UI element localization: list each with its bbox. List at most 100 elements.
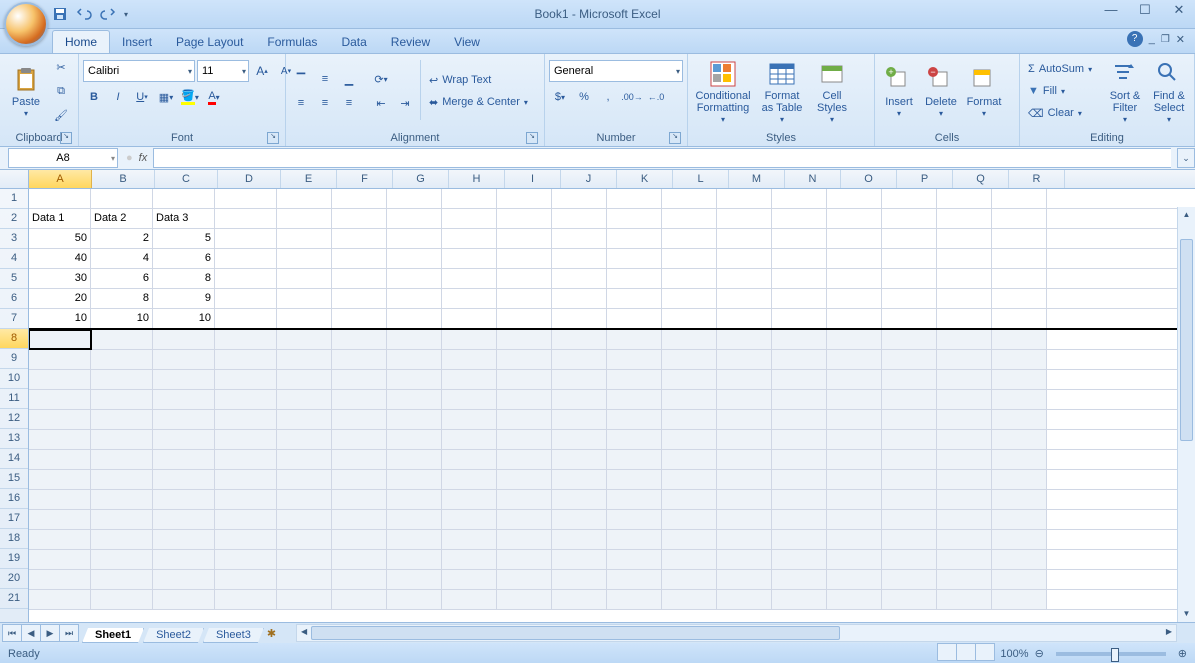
formula-input[interactable] — [153, 148, 1171, 168]
increase-indent-button[interactable]: ⇥ — [394, 92, 416, 114]
tab-review[interactable]: Review — [379, 31, 442, 53]
col-header-P[interactable]: P — [897, 170, 953, 188]
cell-K4[interactable] — [607, 249, 662, 268]
cell-F7[interactable] — [332, 309, 387, 328]
row-header-5[interactable]: 5 — [0, 269, 28, 289]
cell-C9[interactable] — [153, 350, 215, 369]
cell-I2[interactable] — [497, 209, 552, 228]
cell-I5[interactable] — [497, 269, 552, 288]
undo-icon[interactable] — [76, 6, 92, 22]
cell-D7[interactable] — [215, 309, 277, 328]
cell-A18[interactable] — [29, 530, 91, 549]
find-select-button[interactable]: Find & Select▾ — [1148, 56, 1190, 128]
sheet-tab-sheet1[interactable]: Sheet1 — [82, 628, 144, 643]
row-header-6[interactable]: 6 — [0, 289, 28, 309]
cell-L9[interactable] — [662, 350, 717, 369]
cell-Q12[interactable] — [937, 410, 992, 429]
cell-O19[interactable] — [827, 550, 882, 569]
cell-H1[interactable] — [442, 189, 497, 208]
cell-R12[interactable] — [992, 410, 1047, 429]
row-header-16[interactable]: 16 — [0, 489, 28, 509]
cell-G16[interactable] — [387, 490, 442, 509]
fx-icon[interactable]: fx — [139, 152, 148, 164]
scroll-up-icon[interactable]: ▲ — [1178, 207, 1195, 223]
orientation-button[interactable]: ⟳ — [370, 68, 392, 90]
cell-K11[interactable] — [607, 390, 662, 409]
cell-C11[interactable] — [153, 390, 215, 409]
cell-N12[interactable] — [772, 410, 827, 429]
cell-G15[interactable] — [387, 470, 442, 489]
cell-R16[interactable] — [992, 490, 1047, 509]
tab-home[interactable]: Home — [52, 30, 110, 53]
cell-N20[interactable] — [772, 570, 827, 589]
cell-Q3[interactable] — [937, 229, 992, 248]
cell-O12[interactable] — [827, 410, 882, 429]
cell-F5[interactable] — [332, 269, 387, 288]
cell-Q20[interactable] — [937, 570, 992, 589]
cell-I21[interactable] — [497, 590, 552, 609]
clear-button[interactable]: ⌫Clear — [1024, 103, 1102, 123]
cell-D6[interactable] — [215, 289, 277, 308]
row-header-4[interactable]: 4 — [0, 249, 28, 269]
cell-R1[interactable] — [992, 189, 1047, 208]
row-header-17[interactable]: 17 — [0, 509, 28, 529]
cell-P9[interactable] — [882, 350, 937, 369]
cell-E6[interactable] — [277, 289, 332, 308]
col-header-H[interactable]: H — [449, 170, 505, 188]
cell-Q1[interactable] — [937, 189, 992, 208]
grow-font-button[interactable]: A▴ — [251, 60, 273, 82]
cell-K18[interactable] — [607, 530, 662, 549]
cell-J8[interactable] — [552, 330, 607, 349]
cell-E12[interactable] — [277, 410, 332, 429]
decrease-decimal-button[interactable]: ←.0 — [645, 86, 667, 108]
cell-C3[interactable]: 5 — [153, 229, 215, 248]
cell-F2[interactable] — [332, 209, 387, 228]
cell-O1[interactable] — [827, 189, 882, 208]
cell-I8[interactable] — [497, 330, 552, 349]
zoom-out-button[interactable]: ⊖ — [1035, 647, 1044, 660]
paste-button[interactable]: Paste▾ — [4, 56, 48, 128]
cell-N4[interactable] — [772, 249, 827, 268]
cell-N15[interactable] — [772, 470, 827, 489]
cell-C10[interactable] — [153, 370, 215, 389]
cell-D8[interactable] — [215, 330, 277, 349]
col-header-R[interactable]: R — [1009, 170, 1065, 188]
cell-M18[interactable] — [717, 530, 772, 549]
font-dialog-icon[interactable]: ↘ — [267, 132, 279, 144]
cell-A5[interactable]: 30 — [29, 269, 91, 288]
cell-C4[interactable]: 6 — [153, 249, 215, 268]
alignment-dialog-icon[interactable]: ↘ — [526, 132, 538, 144]
cell-B1[interactable] — [91, 189, 153, 208]
cell-Q5[interactable] — [937, 269, 992, 288]
cell-C12[interactable] — [153, 410, 215, 429]
cell-I1[interactable] — [497, 189, 552, 208]
cell-O15[interactable] — [827, 470, 882, 489]
border-button[interactable]: ▦ — [155, 86, 177, 108]
cell-R11[interactable] — [992, 390, 1047, 409]
col-header-G[interactable]: G — [393, 170, 449, 188]
cell-M8[interactable] — [717, 330, 772, 349]
cell-K3[interactable] — [607, 229, 662, 248]
italic-button[interactable]: I — [107, 86, 129, 108]
row-header-8[interactable]: 8 — [0, 329, 28, 349]
cell-J17[interactable] — [552, 510, 607, 529]
cell-H2[interactable] — [442, 209, 497, 228]
cell-Q19[interactable] — [937, 550, 992, 569]
cell-K2[interactable] — [607, 209, 662, 228]
cell-G14[interactable] — [387, 450, 442, 469]
scroll-left-icon[interactable]: ◀ — [297, 625, 311, 641]
cell-P1[interactable] — [882, 189, 937, 208]
cell-styles-button[interactable]: Cell Styles▾ — [810, 56, 854, 128]
cell-C5[interactable]: 8 — [153, 269, 215, 288]
cell-P2[interactable] — [882, 209, 937, 228]
clipboard-dialog-icon[interactable]: ↘ — [60, 132, 72, 144]
cell-N13[interactable] — [772, 430, 827, 449]
cell-H15[interactable] — [442, 470, 497, 489]
cell-O6[interactable] — [827, 289, 882, 308]
cell-N7[interactable] — [772, 309, 827, 328]
cell-K7[interactable] — [607, 309, 662, 328]
cell-M6[interactable] — [717, 289, 772, 308]
cell-M20[interactable] — [717, 570, 772, 589]
cell-D5[interactable] — [215, 269, 277, 288]
cell-J2[interactable] — [552, 209, 607, 228]
